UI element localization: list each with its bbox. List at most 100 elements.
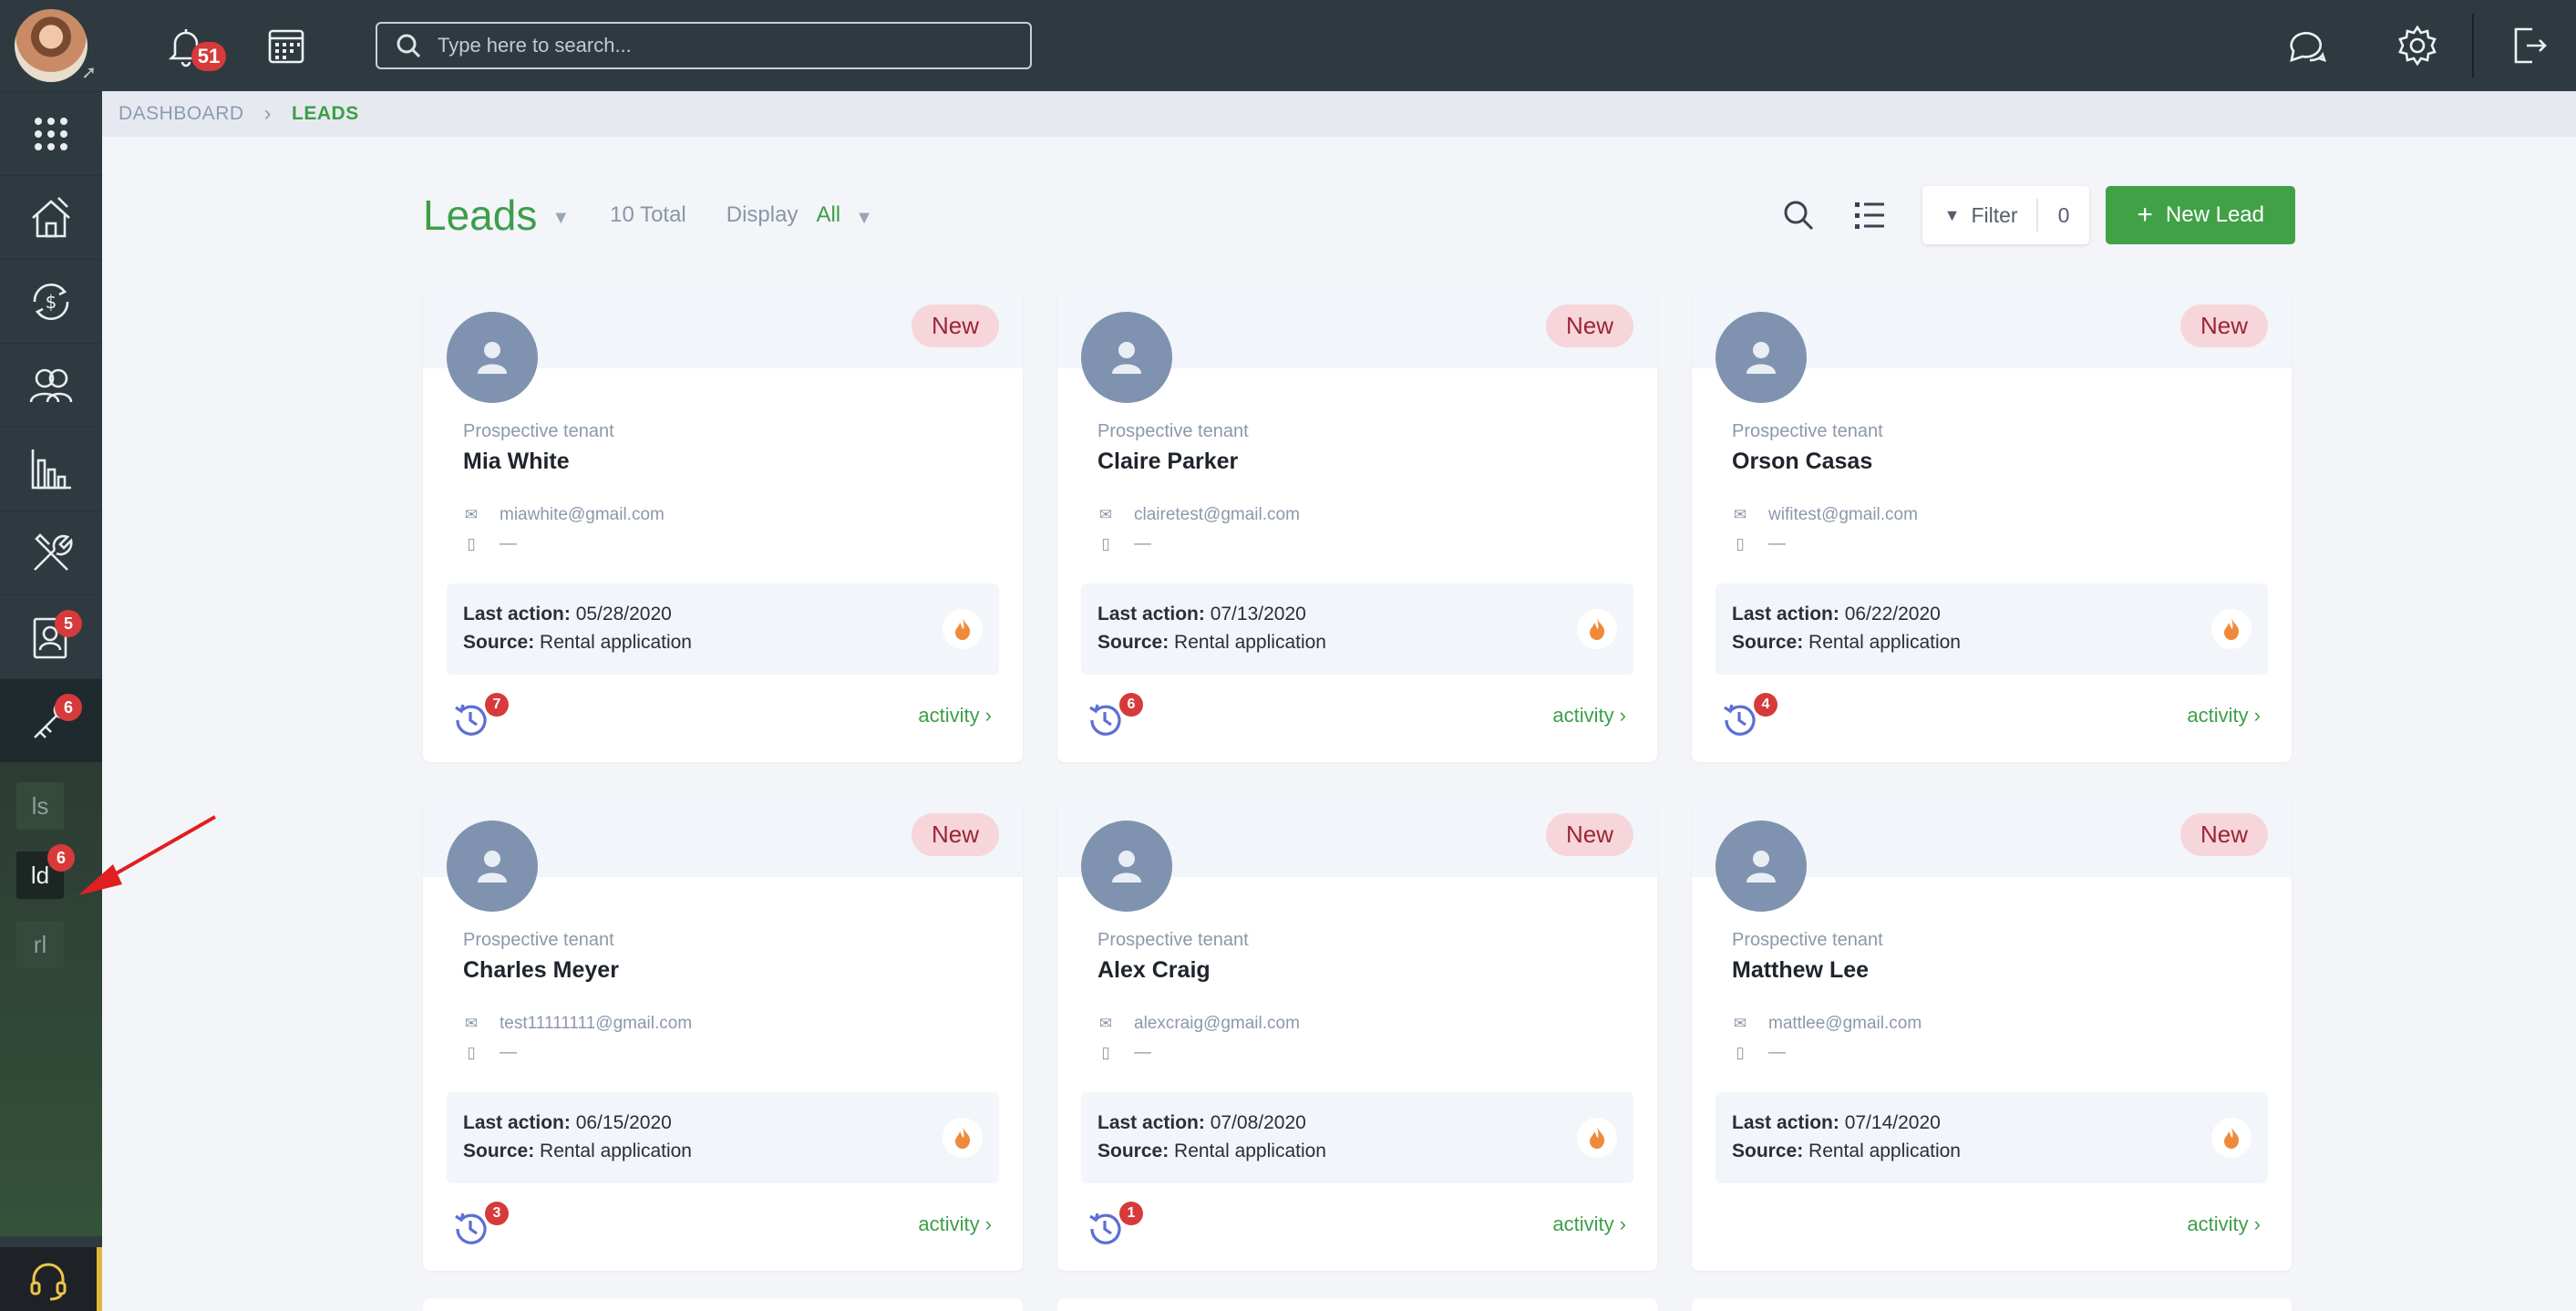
gear-icon: [2398, 25, 2437, 67]
lead-info-box: Last action: 06/22/2020 Source: Rental a…: [1716, 583, 2268, 675]
calendar-icon: [268, 29, 304, 64]
nav-leasing[interactable]: 6: [0, 678, 102, 762]
nav-apps[interactable]: [0, 91, 102, 175]
messages-button[interactable]: [2279, 18, 2334, 73]
activity-link[interactable]: activity ›: [918, 1213, 992, 1236]
lead-name[interactable]: Orson Casas: [1732, 449, 1872, 475]
hot-lead-indicator[interactable]: [1577, 609, 1617, 649]
lead-info-box: Last action: 06/15/2020 Source: Rental a…: [447, 1092, 999, 1183]
email-text[interactable]: clairetest@gmail.com: [1134, 505, 1300, 525]
activity-link[interactable]: activity ›: [1552, 1213, 1626, 1236]
source-value: Rental application: [1174, 1141, 1326, 1161]
list-view-button[interactable]: [1851, 197, 1888, 233]
lead-name[interactable]: Charles Meyer: [463, 957, 619, 984]
nav-properties[interactable]: [0, 175, 102, 259]
activity-history[interactable]: 1: [1085, 1202, 1143, 1251]
calendar-button[interactable]: [259, 18, 314, 73]
activity-link[interactable]: activity ›: [1552, 704, 1626, 728]
lead-card[interactable]: New Prospective tenant Alex Craig ✉ alexc…: [1057, 799, 1657, 1271]
nav-applicants[interactable]: 5: [0, 594, 102, 678]
nav-maintenance[interactable]: [0, 511, 102, 594]
search-leads-button[interactable]: [1780, 197, 1817, 233]
source-label: Source:: [463, 1141, 535, 1161]
chevron-right-icon: ›: [984, 704, 992, 727]
breadcrumb-dashboard[interactable]: DASHBOARD: [118, 103, 244, 125]
activity-history[interactable]: 3: [450, 1202, 509, 1251]
lead-name[interactable]: Claire Parker: [1097, 449, 1238, 475]
hot-lead-indicator[interactable]: [1577, 1118, 1617, 1158]
email-text[interactable]: mattlee@gmail.com: [1768, 1014, 1922, 1034]
status-badge: New: [1545, 305, 1633, 347]
activity-link[interactable]: activity ›: [2187, 1213, 2261, 1236]
pin-icon[interactable]: ➚: [81, 61, 97, 84]
filter-icon: ▼: [1943, 205, 1961, 224]
settings-button[interactable]: [2390, 18, 2445, 73]
lead-info-box: Last action: 07/13/2020 Source: Rental a…: [1081, 583, 1633, 675]
main-nav: $ 5 6: [0, 91, 102, 762]
chevron-right-icon: ›: [984, 1213, 992, 1235]
global-search[interactable]: [376, 22, 1032, 69]
lead-card[interactable]: New Prospective tenant Mia White ✉ miawhi…: [423, 290, 1023, 762]
activity-history[interactable]: 4: [1719, 693, 1777, 742]
activity-link[interactable]: activity ›: [918, 704, 992, 728]
caret-down-icon[interactable]: ▼: [551, 208, 570, 229]
filter-button[interactable]: ▼ Filter 0: [1922, 186, 2090, 244]
page-title[interactable]: Leads: [423, 191, 537, 240]
lead-type: Prospective tenant: [1732, 930, 1883, 950]
phone-icon: ▯: [1101, 1044, 1110, 1061]
new-lead-label: New Lead: [2165, 202, 2264, 227]
hot-lead-indicator[interactable]: [2211, 609, 2251, 649]
email-text[interactable]: test11111111@gmail.com: [500, 1014, 692, 1034]
house-icon: [32, 196, 70, 237]
search-input[interactable]: [438, 34, 1003, 57]
activity-count-badge: 7: [485, 693, 509, 717]
last-action-label: Last action:: [463, 1112, 571, 1133]
phone-icon: ▯: [1736, 535, 1745, 552]
phone-text: —: [1134, 534, 1151, 553]
nav-reports[interactable]: [0, 427, 102, 511]
lead-name[interactable]: Alex Craig: [1097, 957, 1211, 984]
hot-lead-indicator[interactable]: [943, 1118, 983, 1158]
user-avatar[interactable]: ➚: [0, 0, 102, 91]
person-icon: [1747, 851, 1776, 883]
lead-card[interactable]: New Prospective tenant Orson Casas ✉ wifi…: [1692, 290, 2292, 762]
activity-count-badge: 4: [1754, 693, 1777, 717]
lead-card[interactable]: New Prospective tenant Claire Parker ✉ cl…: [1057, 290, 1657, 762]
lead-name[interactable]: Mia White: [463, 449, 570, 475]
caret-down-icon[interactable]: ▼: [855, 208, 873, 229]
lead-name[interactable]: Matthew Lee: [1732, 957, 1869, 984]
person-icon: [1112, 342, 1141, 374]
nav-people[interactable]: [0, 343, 102, 427]
activity-link-label: activity: [1552, 704, 1614, 727]
envelope-icon: ✉: [1098, 1015, 1113, 1032]
subnav-leads[interactable]: ld 6: [16, 844, 75, 899]
lead-avatar: [1716, 312, 1807, 403]
subnav-listings[interactable]: ls: [16, 782, 64, 830]
hot-lead-indicator[interactable]: [943, 609, 983, 649]
support-button[interactable]: [0, 1247, 102, 1311]
money-cycle-icon: $: [33, 283, 69, 320]
source-label: Source:: [1097, 1141, 1170, 1161]
card-peek: [1057, 1298, 1657, 1311]
nav-accounting[interactable]: $: [0, 259, 102, 343]
logout-button[interactable]: [2501, 18, 2556, 73]
notifications-button[interactable]: 51: [159, 18, 226, 73]
email-text[interactable]: miawhite@gmail.com: [500, 505, 665, 525]
person-icon: [1112, 851, 1141, 883]
activity-history[interactable]: 6: [1085, 693, 1143, 742]
subnav-label: ls: [31, 791, 49, 820]
activity-link[interactable]: activity ›: [2187, 704, 2261, 728]
hot-lead-indicator[interactable]: [2211, 1118, 2251, 1158]
lead-card[interactable]: New Prospective tenant Matthew Lee ✉ matt…: [1692, 799, 2292, 1271]
source-value: Rental application: [540, 632, 692, 653]
lead-avatar: [1081, 821, 1172, 912]
email-text[interactable]: alexcraig@gmail.com: [1134, 1014, 1300, 1034]
chevron-right-icon: ›: [263, 101, 273, 126]
activity-history[interactable]: 7: [450, 693, 509, 742]
lead-card[interactable]: New Prospective tenant Charles Meyer ✉ te…: [423, 799, 1023, 1271]
plus-icon: +: [2137, 200, 2153, 230]
new-lead-button[interactable]: + New Lead: [2106, 186, 2295, 244]
email-text[interactable]: wifitest@gmail.com: [1768, 505, 1918, 525]
display-select[interactable]: All: [816, 202, 840, 228]
subnav-rental-applications[interactable]: rl: [16, 921, 64, 968]
